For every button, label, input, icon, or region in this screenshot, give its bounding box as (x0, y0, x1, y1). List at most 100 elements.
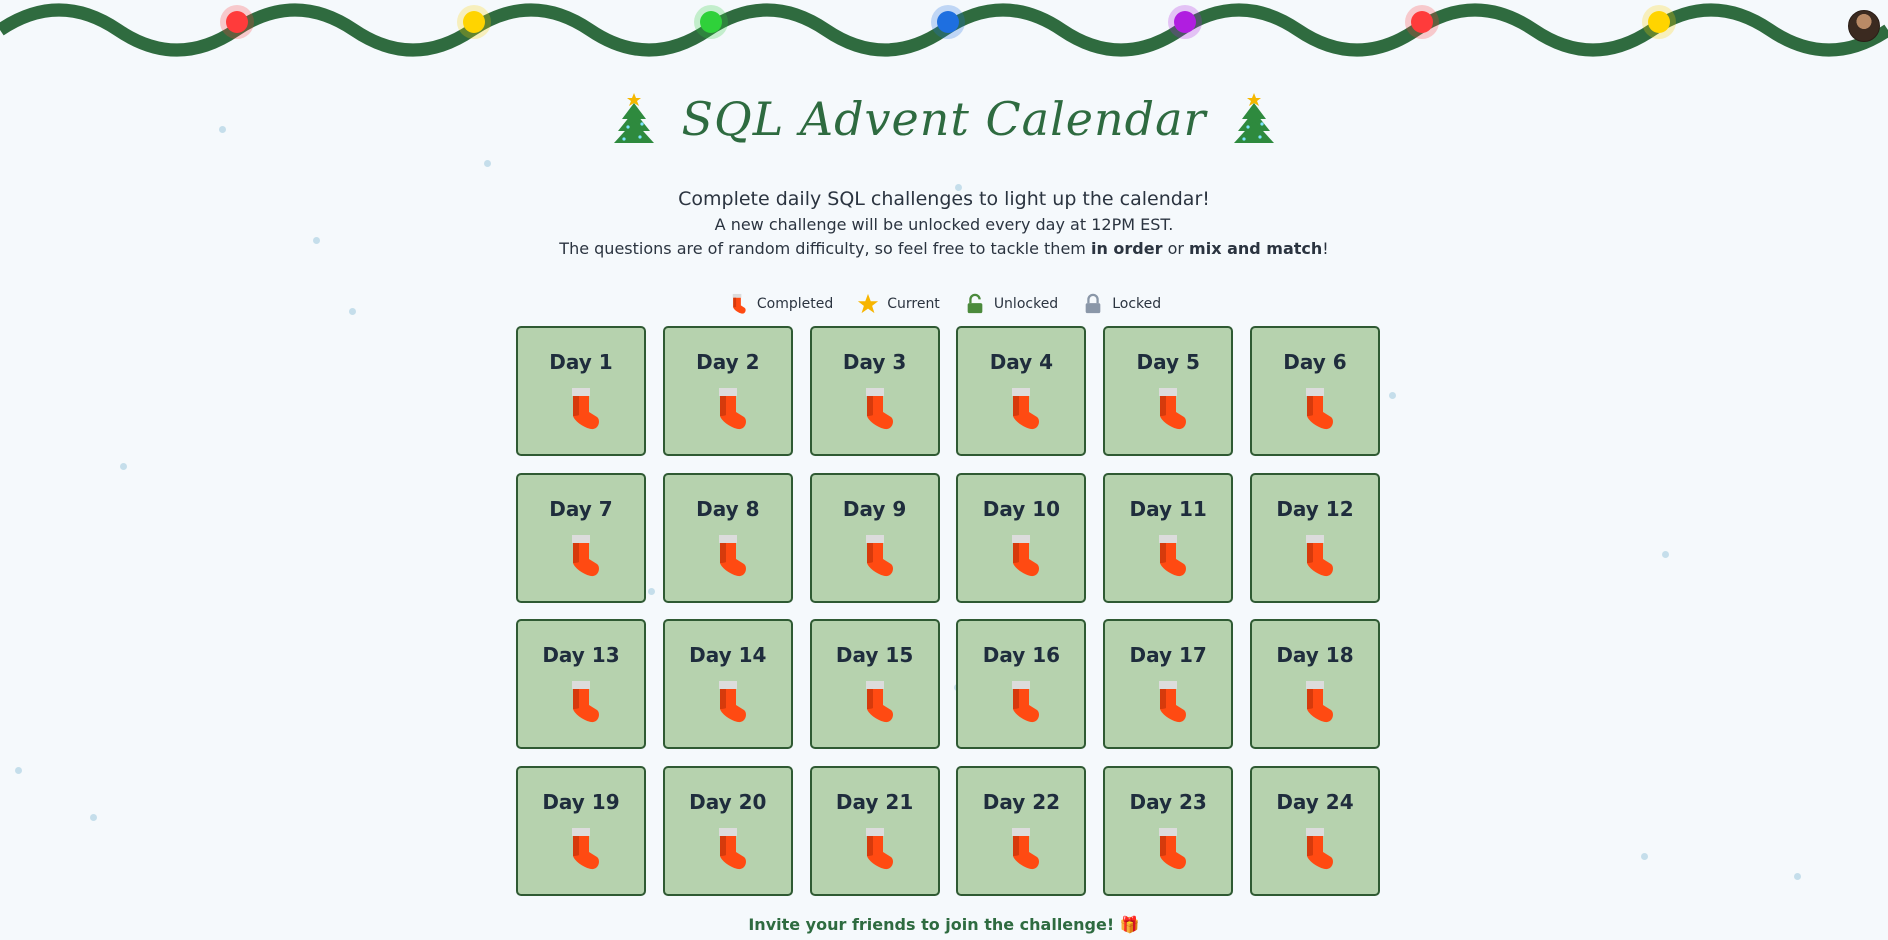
legend-label: Completed (756, 296, 834, 312)
day-card-2[interactable]: Day 2 (662, 326, 793, 456)
stocking-icon (1012, 388, 1040, 430)
light-bulb (1174, 11, 1196, 33)
stocking-icon (718, 828, 746, 870)
stocking-icon (1012, 681, 1040, 723)
day-label: Day 3 (842, 350, 907, 374)
day-label: Day 15 (835, 643, 914, 668)
day-label: Day 16 (982, 643, 1061, 668)
day-card-3[interactable]: Day 3 (809, 326, 940, 456)
legend-completed: Completed (727, 293, 833, 315)
invite-link[interactable]: Invite your friends to join the challeng… (0, 915, 1888, 934)
stocking-icon (1159, 828, 1187, 870)
light-bulb (700, 11, 722, 33)
snowflake (90, 814, 97, 821)
stocking-icon (1159, 681, 1187, 723)
day-card-5[interactable]: Day 5 (1103, 326, 1234, 456)
day-label: Day 10 (982, 496, 1061, 521)
stocking-icon (1159, 534, 1187, 576)
day-card-6[interactable]: Day 6 (1249, 326, 1380, 456)
day-label: Day 14 (689, 643, 767, 668)
stocking-icon (1305, 681, 1333, 723)
day-card-20[interactable]: Day 20 (662, 766, 793, 897)
day-label: Day 21 (835, 790, 914, 815)
day-card-19[interactable]: Day 19 (516, 766, 646, 897)
legend-label: Locked (1112, 296, 1162, 312)
user-avatar[interactable] (1848, 10, 1880, 42)
day-card-22[interactable]: Day 22 (956, 766, 1087, 897)
day-label: Day 4 (989, 350, 1054, 374)
difficulty-text: The questions are of random difficulty, … (559, 239, 1091, 258)
day-card-1[interactable]: Day 1 (516, 326, 646, 456)
stocking-icon (1012, 828, 1040, 870)
page-title: SQL Advent Calendar (0, 88, 1888, 147)
christmas-tree-icon (613, 93, 654, 143)
light-bulb (226, 11, 248, 33)
day-card-24[interactable]: Day 24 (1249, 766, 1380, 897)
unlocked-lock-icon (967, 293, 983, 314)
day-card-16[interactable]: Day 16 (956, 619, 1087, 750)
snowflake (120, 463, 127, 470)
light-bulb (1411, 11, 1433, 33)
day-card-18[interactable]: Day 18 (1249, 619, 1380, 750)
day-label: Day 2 (696, 350, 760, 374)
day-label: Day 23 (1129, 790, 1207, 815)
day-card-15[interactable]: Day 15 (809, 619, 940, 750)
stocking-icon (1159, 388, 1187, 430)
day-label: Day 7 (549, 496, 613, 521)
stocking-icon (865, 828, 893, 870)
difficulty-note: The questions are of random difficulty, … (0, 239, 1888, 258)
day-card-12[interactable]: Day 12 (1249, 472, 1380, 603)
stocking-icon (1305, 534, 1333, 576)
legend-current: Current (857, 293, 940, 315)
day-card-7[interactable]: Day 7 (516, 472, 646, 603)
stocking-icon (1305, 828, 1333, 870)
day-label: Day 20 (689, 790, 767, 815)
star-icon (858, 293, 879, 314)
stocking-icon (572, 388, 599, 430)
difficulty-emphasis: in order (1090, 239, 1163, 258)
day-label: Day 12 (1276, 496, 1354, 521)
day-label: Day 11 (1129, 496, 1207, 521)
day-label: Day 13 (542, 643, 620, 668)
day-card-4[interactable]: Day 4 (956, 326, 1087, 456)
day-card-21[interactable]: Day 21 (809, 766, 940, 897)
light-bulb (463, 11, 485, 33)
unlock-note: A new challenge will be unlocked every d… (714, 215, 1174, 234)
stocking-icon (1012, 534, 1040, 576)
day-label: Day 1 (549, 350, 613, 374)
day-card-13[interactable]: Day 13 (516, 619, 646, 750)
stocking-icon (865, 534, 893, 576)
day-card-9[interactable]: Day 9 (809, 472, 940, 603)
day-card-8[interactable]: Day 8 (662, 472, 793, 603)
stocking-icon (572, 534, 599, 576)
day-label: Day 8 (696, 496, 760, 521)
day-label: Day 5 (1136, 350, 1200, 374)
stocking-icon (572, 681, 599, 723)
day-label: Day 6 (1283, 350, 1347, 374)
christmas-tree-icon (1234, 93, 1275, 143)
legend-unlocked: Unlocked (964, 293, 1058, 315)
day-label: Day 24 (1276, 790, 1354, 815)
stocking-icon (718, 534, 746, 576)
snowflake (484, 160, 491, 167)
snowflake (15, 767, 22, 774)
snowflake (1794, 873, 1801, 880)
difficulty-text: or (1162, 239, 1190, 258)
day-card-23[interactable]: Day 23 (1103, 766, 1234, 897)
day-label: Day 18 (1276, 643, 1354, 668)
day-label: Day 9 (842, 496, 907, 521)
snowflake (1641, 853, 1648, 860)
day-card-10[interactable]: Day 10 (956, 472, 1087, 603)
day-card-17[interactable]: Day 17 (1103, 619, 1234, 750)
subtitle: Complete daily SQL challenges to light u… (678, 188, 1210, 210)
legend: Completed Current Unlocked Locked (0, 293, 1888, 315)
stocking-icon (865, 388, 893, 430)
day-label: Day 22 (982, 790, 1061, 815)
stocking-icon (718, 388, 746, 430)
light-bulb (937, 11, 959, 33)
day-card-14[interactable]: Day 14 (662, 619, 793, 750)
snowflake (1389, 392, 1396, 399)
stocking-icon (865, 681, 893, 723)
day-card-11[interactable]: Day 11 (1103, 472, 1234, 603)
difficulty-emphasis: mix and match (1189, 239, 1323, 258)
